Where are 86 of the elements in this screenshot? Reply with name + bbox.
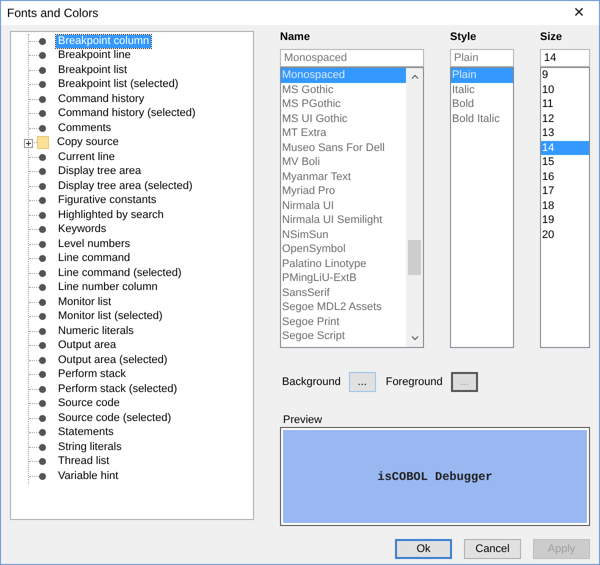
tree-item[interactable]: Perform stack <box>56 368 128 382</box>
tree-item[interactable]: Source code <box>56 397 122 410</box>
tree-item[interactable]: Numeric literals <box>56 324 136 338</box>
dialog-button[interactable]: Ok <box>395 539 452 559</box>
bullet-icon <box>39 400 46 408</box>
window-title: Fonts and Colors <box>7 6 98 20</box>
tree-item[interactable]: Command history <box>56 92 146 106</box>
tree-item[interactable]: Comments <box>56 122 114 135</box>
bullet-icon <box>39 255 46 262</box>
tree-item[interactable]: Figurative constants <box>56 194 158 208</box>
column-heading: Name <box>280 31 311 45</box>
bullet-icon <box>39 356 46 364</box>
tree-item[interactable]: Line command <box>56 252 132 266</box>
column-heading: Style <box>450 31 478 45</box>
bullet-icon <box>39 226 46 234</box>
bullet-icon <box>39 458 46 466</box>
bullet-icon <box>39 328 46 335</box>
tree-item[interactable]: Perform stack (selected) <box>56 382 180 396</box>
tree-item[interactable]: Breakpoint line <box>56 49 133 62</box>
tree-item[interactable]: Monitor list <box>56 296 114 309</box>
list-option[interactable]: 10 <box>541 82 589 97</box>
bullet-icon <box>39 386 46 393</box>
bullet-icon <box>39 124 46 132</box>
tree-item[interactable]: Output area <box>56 339 118 352</box>
bullet-icon <box>39 429 46 436</box>
list-option[interactable]: 11 <box>541 97 589 112</box>
list-option[interactable]: 18 <box>541 198 589 213</box>
bullet-icon <box>39 444 46 451</box>
tree-item[interactable]: Keywords <box>56 223 108 236</box>
bullet-icon <box>39 298 46 306</box>
bullet-icon <box>39 284 46 292</box>
tree-item[interactable]: Highlighted by search <box>56 208 166 222</box>
tree-item[interactable]: Statements <box>56 426 116 440</box>
tree-item[interactable]: Line number column <box>56 281 160 294</box>
bullet-icon <box>39 313 46 320</box>
tree-item[interactable]: Command history (selected) <box>56 107 198 120</box>
font-field[interactable]: 14 <box>540 49 590 67</box>
bullet-icon <box>39 110 46 118</box>
bullet-icon <box>39 96 46 103</box>
folder-icon <box>37 136 49 150</box>
bullet-icon <box>39 342 46 350</box>
tree-item[interactable]: Display tree area <box>56 165 144 178</box>
tree-item[interactable]: Monitor list (selected) <box>56 310 165 324</box>
tree-item[interactable]: Variable hint <box>56 470 120 483</box>
bullet-icon <box>39 371 46 378</box>
color-label: Background <box>282 376 341 388</box>
list-option[interactable]: 17 <box>541 184 589 198</box>
bullet-icon <box>39 414 46 422</box>
color-label: Foreground <box>386 376 443 388</box>
tree-item[interactable]: Display tree area (selected) <box>56 180 195 193</box>
list-option[interactable]: 19 <box>541 213 589 228</box>
color-picker-button[interactable]: ... <box>348 372 376 392</box>
bullet-icon <box>39 66 46 74</box>
bullet-icon <box>39 212 46 219</box>
preview-label: Preview <box>283 414 324 426</box>
tree-item[interactable]: Breakpoint list <box>56 64 130 77</box>
tree-item[interactable]: Copy source <box>55 136 121 150</box>
bullet-icon <box>39 38 46 45</box>
bullet-icon <box>39 52 46 60</box>
bullet-icon <box>39 168 46 176</box>
tree-item[interactable]: Level numbers <box>56 238 132 251</box>
list-option[interactable]: 15 <box>541 155 589 170</box>
preview-text: isCOBOL Debugger <box>377 470 493 484</box>
tree-item[interactable]: Current line <box>56 150 117 164</box>
tree-item[interactable]: Source code (selected) <box>56 412 174 425</box>
bullet-icon <box>39 240 46 248</box>
close-button[interactable]: ✕ <box>559 1 599 25</box>
tree-item[interactable]: Breakpoint list (selected) <box>56 78 180 92</box>
bullet-icon <box>39 154 46 161</box>
tree-item[interactable]: Line command (selected) <box>56 266 184 280</box>
tree-item[interactable]: Output area (selected) <box>56 354 170 367</box>
list-option[interactable]: 20 <box>541 228 589 242</box>
list-option[interactable]: 16 <box>541 170 589 184</box>
dialog-button[interactable]: Cancel <box>464 539 521 559</box>
bullet-icon <box>39 182 46 190</box>
tree-item[interactable]: String literals <box>56 440 124 454</box>
expand-icon[interactable] <box>24 138 33 148</box>
bullet-icon <box>39 270 46 277</box>
list-option[interactable]: 9 <box>541 68 589 82</box>
bullet-icon <box>39 81 46 88</box>
column-heading: Size <box>540 31 564 45</box>
bullet-icon <box>39 197 46 204</box>
list-option[interactable]: 13 <box>541 126 589 140</box>
list-option[interactable]: 12 <box>541 112 589 126</box>
bullet-icon <box>39 472 46 480</box>
tree-item[interactable]: Thread list <box>56 455 112 468</box>
